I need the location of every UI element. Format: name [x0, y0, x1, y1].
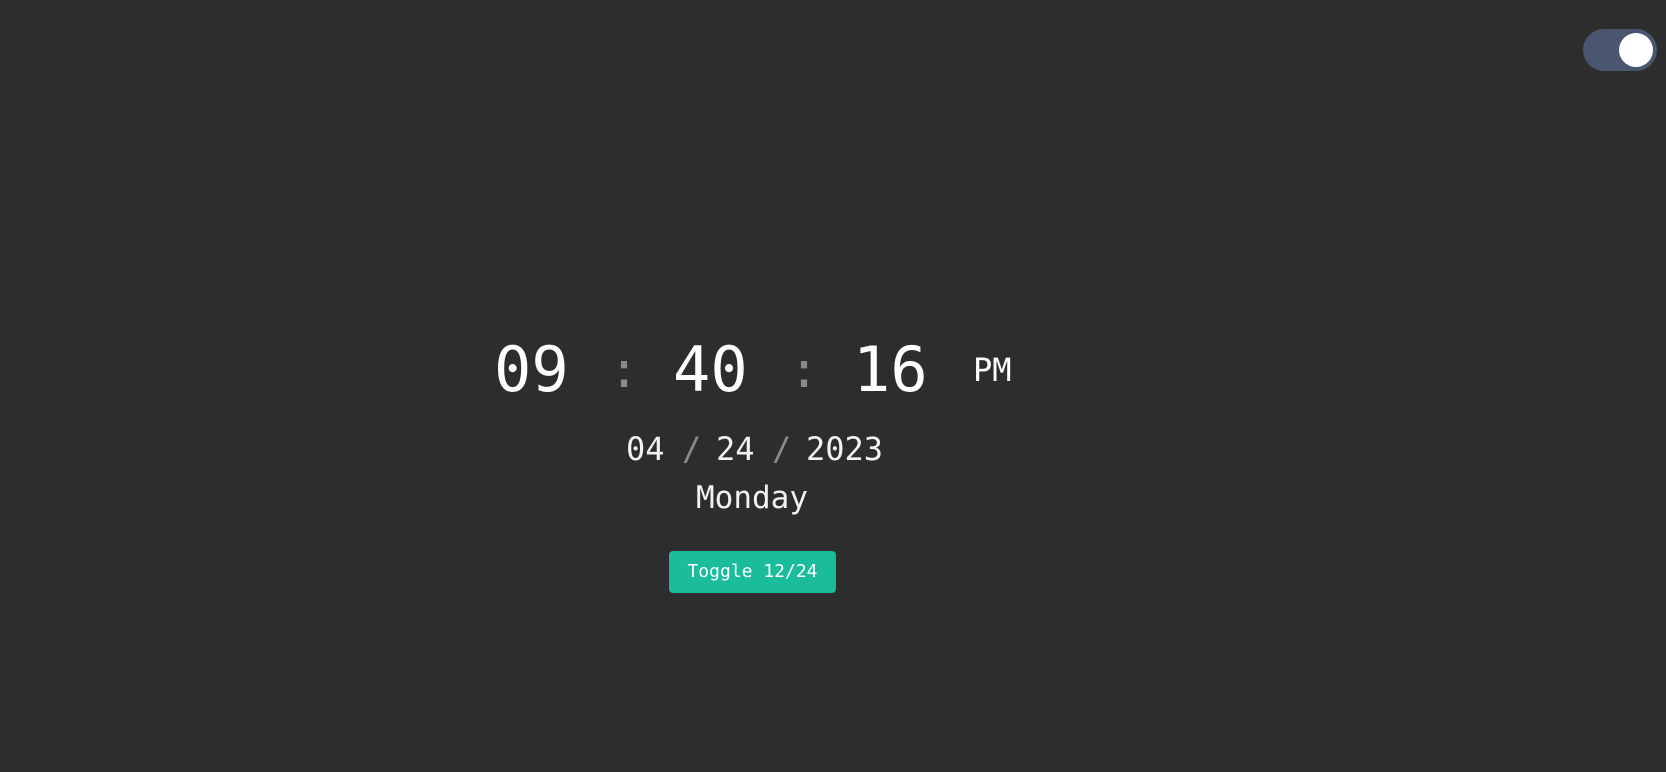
date-display: 04 / 24 / 2023 — [0, 428, 1666, 470]
month-value: 04 — [626, 430, 665, 468]
seconds-value: 16 — [853, 333, 928, 406]
time-separator: : — [609, 341, 640, 399]
hours-value: 09 — [494, 333, 569, 406]
time-display: 09 : 40 : 16 PM — [0, 330, 1666, 410]
ampm-indicator: PM — [973, 351, 1012, 389]
weekday-label: Monday — [696, 480, 808, 516]
minutes-value: 40 — [673, 333, 748, 406]
time-separator: : — [789, 341, 820, 399]
theme-toggle-switch[interactable] — [1583, 29, 1657, 71]
date-separator: / — [682, 430, 702, 468]
year-value: 2023 — [806, 430, 884, 468]
toggle-12-24-button[interactable]: Toggle 12/24 — [669, 551, 836, 593]
date-separator: / — [772, 430, 792, 468]
toggle-knob — [1619, 33, 1653, 67]
day-value: 24 — [716, 430, 755, 468]
clock-page: 09 : 40 : 16 PM 04 / 24 / 2023 Monday To… — [0, 0, 1666, 772]
